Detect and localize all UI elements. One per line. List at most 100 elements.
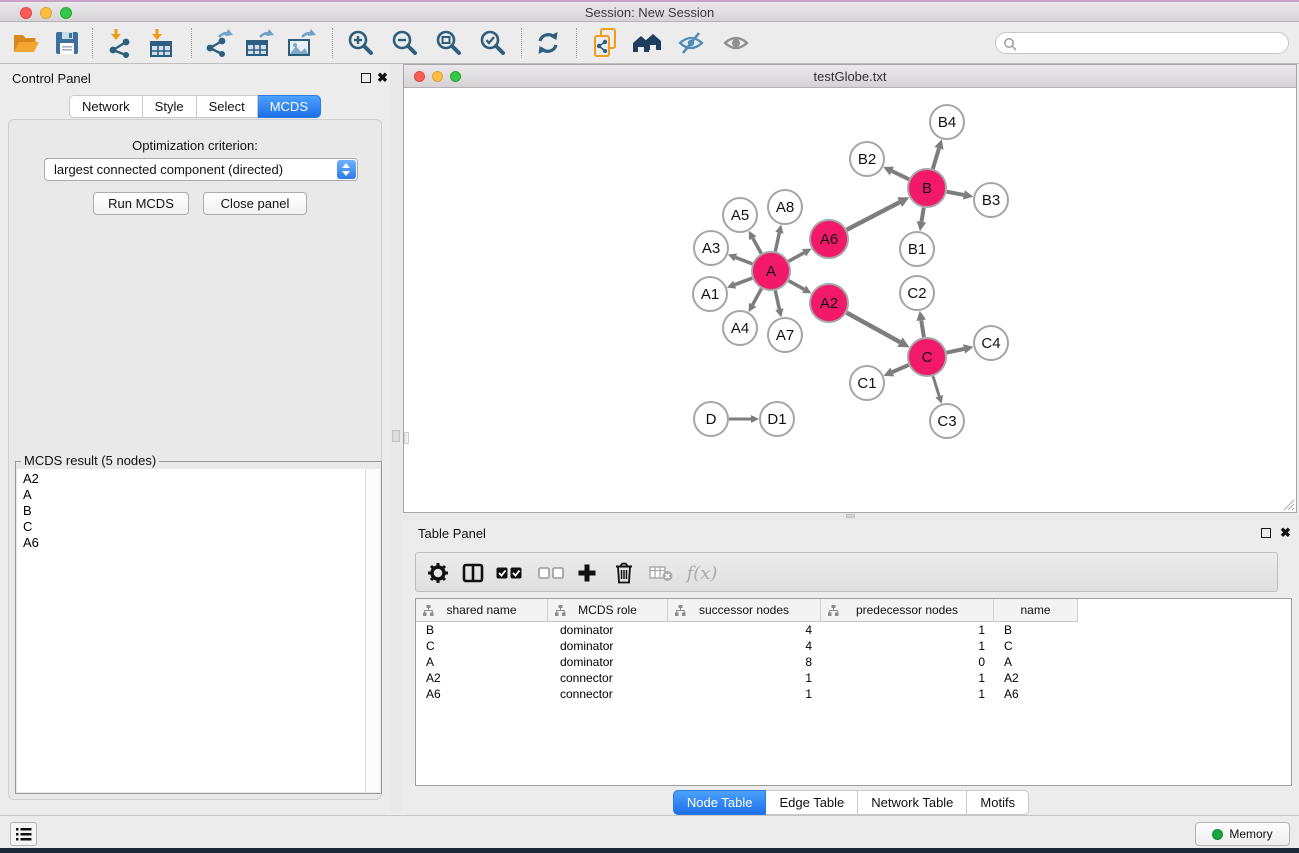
edge-A-A2[interactable] xyxy=(789,281,805,290)
table-cell[interactable]: A2 xyxy=(416,670,548,686)
delete-table-icon[interactable] xyxy=(647,559,675,587)
mcds-result-item[interactable]: A2 xyxy=(23,471,365,487)
edge-A-A5[interactable] xyxy=(753,238,762,253)
edge-A2-C[interactable] xyxy=(847,313,901,342)
optimization-criterion-select[interactable]: largest connected component (directed) xyxy=(44,158,358,181)
table-row[interactable]: Bdominator41B xyxy=(416,622,1291,638)
table-cell[interactable]: dominator xyxy=(548,638,668,654)
table-cell[interactable]: 1 xyxy=(668,686,821,702)
memory-button[interactable]: Memory xyxy=(1195,822,1290,846)
tab-select[interactable]: Select xyxy=(197,95,258,118)
edge-C-C1[interactable] xyxy=(892,365,908,372)
zoom-fit-icon[interactable] xyxy=(431,25,467,61)
scrollbar-track[interactable] xyxy=(365,469,380,792)
table-cell[interactable]: A6 xyxy=(416,686,548,702)
table-cell[interactable]: 1 xyxy=(821,638,994,654)
table-cell[interactable]: 0 xyxy=(821,654,994,670)
first-neighbors-icon[interactable] xyxy=(629,25,665,61)
float-panel-icon[interactable] xyxy=(1261,528,1271,538)
splitter-handle[interactable] xyxy=(392,430,400,442)
tab-network-table[interactable]: Network Table xyxy=(858,790,967,815)
table-cell[interactable]: dominator xyxy=(548,622,668,638)
table-cell[interactable]: A xyxy=(416,654,548,670)
table-row[interactable]: Cdominator41C xyxy=(416,638,1291,654)
edge-B-B1[interactable] xyxy=(921,208,923,222)
deselect-all-icon[interactable] xyxy=(537,559,565,587)
resize-grip-icon[interactable] xyxy=(1282,498,1295,511)
column-header-predecessor-nodes[interactable]: predecessor nodes xyxy=(821,599,994,622)
table-cell[interactable]: 1 xyxy=(821,686,994,702)
tab-motifs[interactable]: Motifs xyxy=(967,790,1029,815)
table-cell[interactable]: 1 xyxy=(821,622,994,638)
table-row[interactable]: A2connector11A2 xyxy=(416,670,1291,686)
gear-icon[interactable] xyxy=(424,559,452,587)
edge-A-A6[interactable] xyxy=(789,253,805,262)
edge-A6-B[interactable] xyxy=(847,202,900,230)
table-cell[interactable]: C xyxy=(994,638,1078,654)
new-network-from-selection-icon[interactable] xyxy=(587,25,623,61)
edge-A-A3[interactable] xyxy=(736,257,753,263)
edge-A-A1[interactable] xyxy=(735,278,753,285)
import-table-icon[interactable] xyxy=(143,25,179,61)
table-cell[interactable]: dominator xyxy=(548,654,668,670)
tab-mcds[interactable]: MCDS xyxy=(258,95,321,118)
tab-style[interactable]: Style xyxy=(143,95,197,118)
column-header-successor-nodes[interactable]: successor nodes xyxy=(668,599,821,622)
columns-icon[interactable] xyxy=(459,559,487,587)
edge-A-A7[interactable] xyxy=(775,291,779,310)
edge-C-C2[interactable] xyxy=(921,320,924,337)
close-panel-button[interactable]: Close panel xyxy=(203,192,307,215)
save-session-icon[interactable] xyxy=(49,25,85,61)
table-cell[interactable]: A xyxy=(994,654,1078,670)
table-cell[interactable]: B xyxy=(994,622,1078,638)
import-network-icon[interactable] xyxy=(102,25,138,61)
edge-B-B2[interactable] xyxy=(892,171,909,179)
delete-icon[interactable] xyxy=(610,559,638,587)
vertical-splitter[interactable] xyxy=(390,64,403,813)
table-cell[interactable]: C xyxy=(416,638,548,654)
zoom-in-icon[interactable] xyxy=(343,25,379,61)
column-header-shared-name[interactable]: shared name xyxy=(416,599,548,622)
table-cell[interactable]: 1 xyxy=(821,670,994,686)
add-column-icon[interactable] xyxy=(573,559,601,587)
mcds-result-item[interactable]: A xyxy=(23,487,365,503)
edge-B-B4[interactable] xyxy=(933,148,939,168)
edge-A-A8[interactable] xyxy=(775,233,779,252)
export-network-icon[interactable] xyxy=(201,25,237,61)
table-cell[interactable]: 8 xyxy=(668,654,821,670)
tab-node-table[interactable]: Node Table xyxy=(673,790,767,815)
tab-edge-table[interactable]: Edge Table xyxy=(766,790,858,815)
close-panel-icon[interactable]: ✖ xyxy=(1280,525,1291,540)
column-header-name[interactable]: name xyxy=(994,599,1078,622)
close-panel-icon[interactable]: ✖ xyxy=(377,70,388,85)
mcds-result-item[interactable]: C xyxy=(23,519,365,535)
splitter-handle[interactable] xyxy=(846,514,855,518)
mcds-result-item[interactable]: B xyxy=(23,503,365,519)
network-graph[interactable]: AA1A2A3A4A5A6A7A8BB1B2B3B4CC1C2C3C4DD1 xyxy=(404,89,1296,513)
apply-layout-icon[interactable] xyxy=(530,25,566,61)
export-image-icon[interactable] xyxy=(283,25,319,61)
zoom-selected-icon[interactable] xyxy=(475,25,511,61)
edge-A-A4[interactable] xyxy=(753,289,762,305)
edge-C-C3[interactable] xyxy=(933,376,939,396)
task-history-button[interactable] xyxy=(10,822,37,846)
horizontal-splitter[interactable] xyxy=(403,513,1299,520)
column-header-MCDS-role[interactable]: MCDS role xyxy=(548,599,668,622)
canvas-edge-handle[interactable] xyxy=(404,432,409,444)
tab-network[interactable]: Network xyxy=(69,95,143,118)
table-cell[interactable]: connector xyxy=(548,686,668,702)
network-window-titlebar[interactable]: testGlobe.txt xyxy=(404,65,1296,88)
table-cell[interactable]: B xyxy=(416,622,548,638)
network-canvas[interactable]: AA1A2A3A4A5A6A7A8BB1B2B3B4CC1C2C3C4DD1 xyxy=(404,89,1296,512)
mcds-result-item[interactable]: A6 xyxy=(23,535,365,551)
show-all-icon[interactable] xyxy=(718,25,754,61)
zoom-out-icon[interactable] xyxy=(387,25,423,61)
edge-B-B3[interactable] xyxy=(947,192,964,195)
hide-selected-icon[interactable] xyxy=(673,25,709,61)
float-panel-icon[interactable] xyxy=(361,73,371,83)
table-cell[interactable]: connector xyxy=(548,670,668,686)
table-row[interactable]: A6connector11A6 xyxy=(416,686,1291,702)
run-mcds-button[interactable]: Run MCDS xyxy=(93,192,189,215)
table-cell[interactable]: 4 xyxy=(668,638,821,654)
export-table-icon[interactable] xyxy=(241,25,277,61)
